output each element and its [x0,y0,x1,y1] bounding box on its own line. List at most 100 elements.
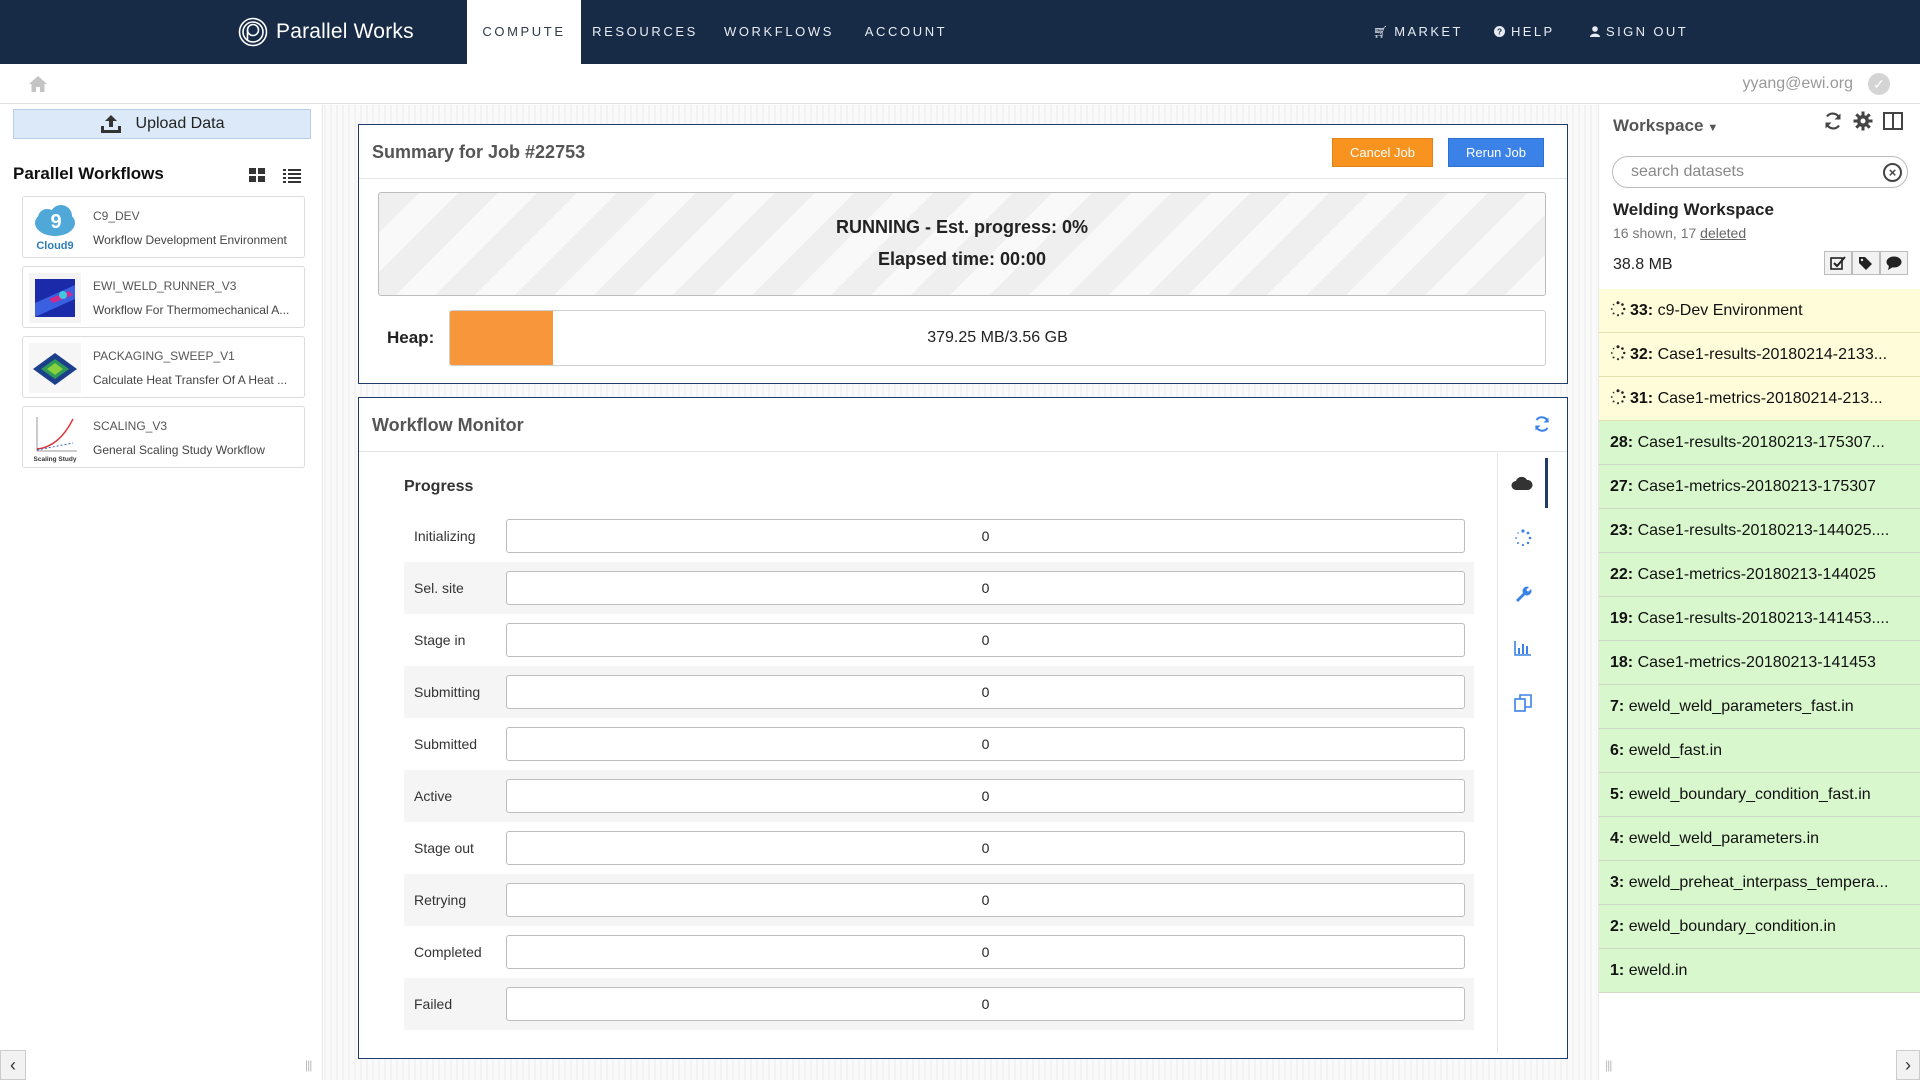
dataset-name: Case1-metrics-20180213-141453 [1637,654,1876,671]
progress-row-bar: 0 [506,831,1465,865]
progress-row-bar: 0 [506,519,1465,553]
clear-search-icon[interactable]: × [1883,163,1902,182]
workflow-name: EWI_WELD_RUNNER_V3 [93,279,237,293]
chart-tab[interactable] [1498,623,1548,673]
progress-row-label: Stage out [414,840,474,856]
workflow-name: PACKAGING_SWEEP_V1 [93,349,235,363]
progress-row-label: Stage in [414,632,466,648]
dataset-item[interactable]: 2: eweld_boundary_condition.in [1599,905,1920,949]
nav-signout-link[interactable]: SIGN OUT [1590,0,1688,64]
gear-icon[interactable] [1853,111,1873,136]
workflow-monitor-title: Workflow Monitor [372,415,524,435]
grid-view-icon[interactable] [249,168,266,188]
dataset-item[interactable]: 33: c9-Dev Environment [1599,289,1920,333]
dataset-item[interactable]: 23: Case1-results-20180213-144025.... [1599,509,1920,553]
cloud-tab[interactable] [1498,458,1548,508]
spinner-icon [1610,379,1626,405]
scroll-right-arrow-icon[interactable]: › [1896,1050,1920,1080]
dataset-item[interactable]: 18: Case1-metrics-20180213-141453 [1599,641,1920,685]
check-circle-icon: ✓ [1868,73,1890,95]
dataset-item[interactable]: 27: Case1-metrics-20180213-175307 [1599,465,1920,509]
progress-row-label: Completed [414,944,482,960]
heap-label: Heap: [387,328,435,347]
dataset-id: 1: [1610,962,1625,979]
dataset-item[interactable]: 5: eweld_boundary_condition_fast.in [1599,773,1920,817]
progress-row-bar: 0 [506,779,1465,813]
comment-button[interactable] [1880,251,1908,275]
dataset-name: Case1-results-20180213-141453.... [1637,610,1890,627]
dataset-item[interactable]: 7: eweld_weld_parameters_fast.in [1599,685,1920,729]
dataset-item[interactable]: 1: eweld.in [1599,949,1920,993]
progress-row: Submitted 0 [404,718,1474,770]
nav-tab-resources[interactable]: RESOURCES [582,0,708,64]
deleted-link[interactable]: deleted [1700,225,1746,241]
progress-row-label: Submitted [414,736,478,752]
comment-icon [1886,256,1902,270]
nav-market-link[interactable]: 🛒︎ MARKET [1373,0,1463,64]
dataset-item[interactable]: 4: eweld_weld_parameters.in [1599,817,1920,861]
top-navbar: Parallel Works COMPUTE RESOURCES WORKFLO… [0,0,1920,64]
dataset-item[interactable]: 22: Case1-metrics-20180213-144025 [1599,553,1920,597]
dataset-id: 2: [1610,918,1625,935]
dataset-item[interactable]: 28: Case1-results-20180213-175307... [1599,421,1920,465]
search-datasets-input[interactable] [1612,156,1908,188]
progress-row-bar: 0 [506,883,1465,917]
progress-row-label: Sel. site [414,580,464,596]
scroll-left-arrow-icon[interactable]: ‹ [0,1050,26,1080]
job-status-text: RUNNING - Est. progress: 0% [835,217,1089,237]
brand-logo[interactable]: Parallel Works [238,17,414,47]
cart-icon: 🛒︎ [1373,25,1389,39]
parallel-works-logo-icon [238,17,268,47]
workflow-card-packaging-sweep[interactable]: PACKAGING_SWEEP_V1 Calculate Heat Transf… [22,336,305,398]
job-status-box: RUNNING - Est. progress: 0% Elapsed time… [378,192,1546,296]
dataset-id: 22: [1610,566,1634,583]
dataset-item[interactable]: 6: eweld_fast.in [1599,729,1920,773]
tags-button[interactable] [1852,251,1880,275]
dataset-item[interactable]: 19: Case1-results-20180213-141453.... [1599,597,1920,641]
caret-down-icon: ▼ [1707,122,1719,134]
panel-resize-grip-icon[interactable]: ||| [1605,1058,1612,1072]
upload-data-button[interactable]: Upload Data [13,109,311,139]
workflow-card-c9-dev[interactable]: 9 Cloud9 C9_DEV Workflow Development Env… [22,196,305,258]
select-all-button[interactable] [1824,251,1852,275]
upload-icon [100,115,121,133]
nav-tab-compute[interactable]: COMPUTE [467,0,581,64]
rerun-job-button[interactable]: Rerun Job [1448,138,1544,167]
workspace-sidebar: Workspace▼ × Welding Workspace 16 shown,… [1598,105,1920,1080]
workspace-dropdown[interactable]: Workspace ▼ [1613,116,1718,136]
dataset-name: eweld_weld_parameters.in [1628,830,1820,847]
parallel-workflows-title: Parallel Workflows [13,164,164,183]
dataset-id: 28: [1610,434,1634,451]
panel-resize-grip-icon[interactable]: ||| [305,1058,312,1072]
workflow-description: General Scaling Study Workflow [93,443,265,457]
columns-icon[interactable] [1883,111,1903,136]
spinner-tab[interactable] [1498,513,1548,563]
nav-help-link[interactable]: ? HELP [1494,0,1555,64]
list-view-icon[interactable] [283,168,301,188]
home-icon[interactable] [28,75,48,98]
dataset-id: 4: [1610,830,1625,847]
dataset-item[interactable]: 32: Case1-results-20180214-2133... [1599,333,1920,377]
dataset-name: Case1-metrics-20180213-144025 [1637,566,1876,583]
copy-tab[interactable] [1498,678,1548,728]
elapsed-time-text: Elapsed time: 00:00 [877,249,1047,269]
workflow-card-ewi-weld-runner[interactable]: EWI_WELD_RUNNER_V3 Workflow For Thermome… [22,266,305,328]
progress-row: Initializing 0 [404,510,1474,562]
workflow-card-scaling[interactable]: Scaling Study SCALING_V3 General Scaling… [22,406,305,468]
dataset-item[interactable]: 3: eweld_preheat_interpass_tempera... [1599,861,1920,905]
weld-simulation-thumbnail-icon [29,273,81,323]
job-summary-panel: Summary for Job #22753 Cancel Job Rerun … [358,124,1568,384]
cloud9-logo-icon: 9 Cloud9 [29,203,81,253]
nav-tab-account[interactable]: ACCOUNT [852,0,960,64]
nav-tab-workflows[interactable]: WORKFLOWS [714,0,844,64]
dataset-item[interactable]: 31: Case1-metrics-20180214-213... [1599,377,1920,421]
cancel-job-button[interactable]: Cancel Job [1332,138,1433,167]
progress-row: Active 0 [404,770,1474,822]
dataset-id: 33: [1630,302,1654,319]
progress-row: Completed 0 [404,926,1474,978]
progress-row: Failed 0 [404,978,1474,1030]
wrench-tab[interactable] [1498,568,1548,618]
refresh-icon[interactable] [1823,111,1843,136]
refresh-icon[interactable] [1533,415,1551,438]
user-email[interactable]: yyang@ewi.org [1742,75,1853,93]
